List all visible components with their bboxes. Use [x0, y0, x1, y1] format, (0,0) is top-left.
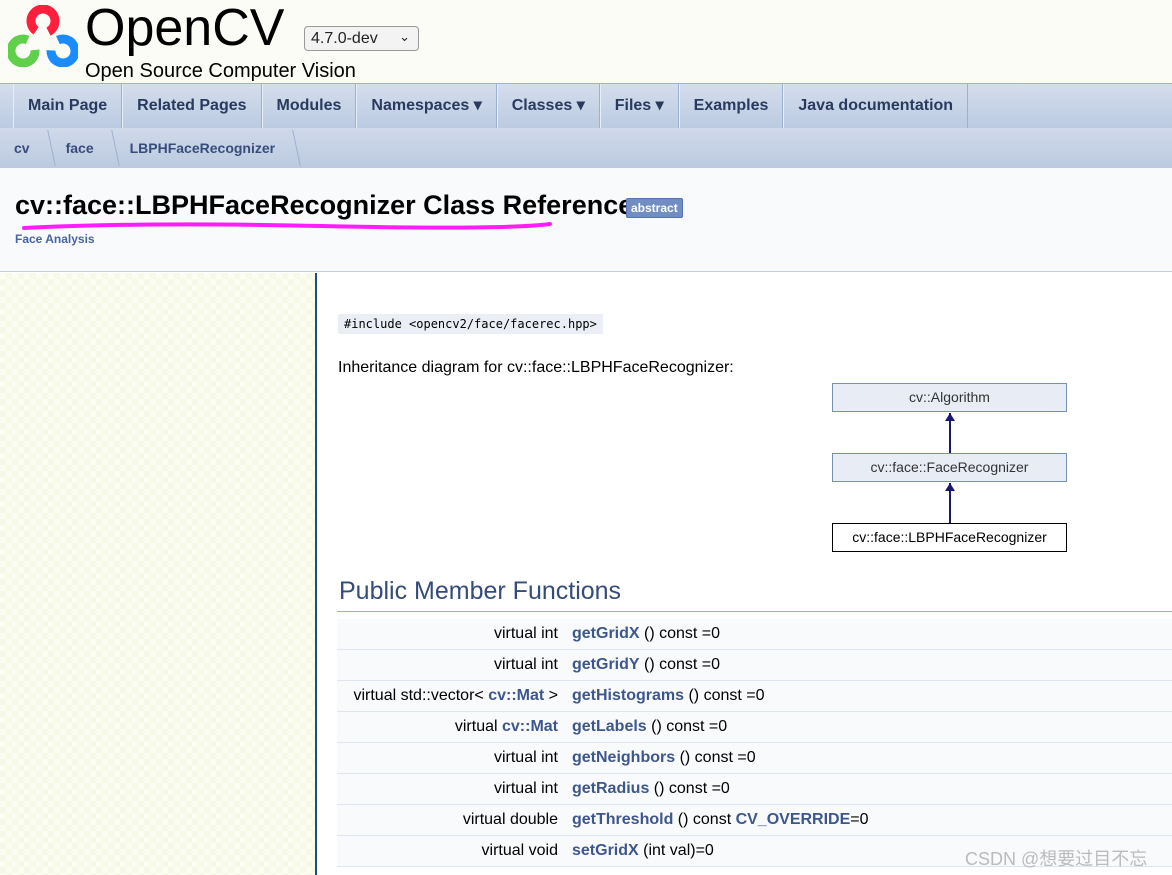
chevron-down-icon: ⌄	[399, 29, 410, 44]
arrow-icon	[945, 483, 955, 523]
page-header: cv::face::LBPHFaceRecognizer Class Refer…	[0, 168, 1172, 272]
member-link[interactable]: getNeighbors	[572, 749, 675, 766]
member-link[interactable]: getGridX	[572, 625, 640, 642]
nav-classes[interactable]: Classes ▾	[496, 84, 600, 128]
page-title: cv::face::LBPHFaceRecognizer Class Refer…	[15, 190, 634, 220]
breadcrumb-cv[interactable]: cv	[0, 128, 52, 168]
nav-related-pages[interactable]: Related Pages	[122, 84, 262, 128]
type-text: virtual int	[493, 749, 558, 766]
member-link[interactable]: getRadius	[572, 780, 649, 797]
nav-main-page[interactable]: Main Page	[13, 84, 123, 128]
signature-text: () const =0	[646, 718, 728, 735]
diagram-algorithm[interactable]: cv::Algorithm	[832, 383, 1067, 412]
main-nav: Main Page Related Pages Modules Namespac…	[0, 84, 1172, 128]
section-heading: Public Member Functions	[339, 577, 622, 605]
member-table: virtual int getGridX () const =0 virtual …	[337, 619, 1172, 867]
nav-namespaces[interactable]: Namespaces ▾	[356, 84, 497, 128]
breadcrumb-face[interactable]: face	[52, 128, 116, 168]
nav-java-documentation[interactable]: Java documentation	[783, 84, 969, 128]
table-row: virtual int getNeighbors () const =0	[337, 743, 1172, 774]
diagram-lbph: cv::face::LBPHFaceRecognizer	[832, 523, 1067, 552]
signature-text: () const =0	[649, 780, 730, 797]
type-text: virtual int	[493, 780, 558, 797]
watermark: CSDN @想要过目不忘	[965, 849, 1148, 869]
type-link[interactable]: cv::Mat	[502, 718, 558, 735]
signature-text: () const =0	[675, 749, 756, 766]
inheritance-label: Inheritance diagram for cv::face::LBPHFa…	[338, 359, 734, 376]
include-line: #include <opencv2/face/facerec.hpp>	[338, 314, 603, 334]
return-type: virtual int	[337, 650, 572, 680]
version-select[interactable]: 4.7.0-dev ⌄	[304, 26, 419, 51]
type-link[interactable]: cv::Mat	[488, 687, 544, 704]
abstract-badge: abstract	[626, 198, 683, 218]
member-link[interactable]: setGridX	[572, 842, 639, 859]
type-text: virtual void	[481, 842, 558, 859]
member-signature: getGridX () const =0	[572, 619, 720, 649]
ingroup-link[interactable]: Face Analysis	[15, 232, 95, 246]
return-type: virtual int	[337, 774, 572, 804]
member-signature: setGridX (int val)=0	[572, 836, 714, 866]
table-row: virtual std::vector< cv::Mat > getHistog…	[337, 681, 1172, 712]
diagram-facerecognizer[interactable]: cv::face::FaceRecognizer	[832, 453, 1067, 482]
project-brief: Open Source Computer Vision	[85, 60, 356, 82]
top-header: OpenCV Open Source Computer Vision 4.7.0…	[0, 0, 1172, 84]
project-name: OpenCV	[85, 0, 285, 57]
nav-modules[interactable]: Modules	[261, 84, 357, 128]
member-signature: getGridY () const =0	[572, 650, 720, 680]
return-type: virtual cv::Mat	[337, 712, 572, 742]
type-text: virtual std::vector<	[353, 687, 489, 704]
member-signature: getNeighbors () const =0	[572, 743, 756, 773]
member-link[interactable]: getThreshold	[572, 811, 673, 828]
highlight-underline	[22, 222, 552, 230]
signature-text: () const =0	[639, 625, 721, 642]
return-type: virtual int	[337, 743, 572, 773]
table-row: virtual cv::Mat getLabels () const =0	[337, 712, 1172, 743]
member-signature: getHistograms () const =0	[572, 681, 765, 711]
signature-text: () const =0	[639, 656, 721, 673]
nav-files[interactable]: Files ▾	[599, 84, 679, 128]
type-text: >	[544, 687, 558, 704]
return-type: virtual std::vector< cv::Mat >	[337, 681, 572, 711]
member-signature: getThreshold () const CV_OVERRIDE=0	[572, 805, 869, 835]
member-link[interactable]: getGridY	[572, 656, 640, 673]
member-signature: getLabels () const =0	[572, 712, 727, 742]
signature-text: () const =0	[684, 687, 765, 704]
return-type: virtual void	[337, 836, 572, 866]
type-text: virtual int	[493, 625, 558, 642]
nav-examples[interactable]: Examples	[678, 84, 784, 128]
signature-text: (int val)=0	[638, 842, 714, 859]
signature-text: () const	[673, 811, 736, 828]
version-value: 4.7.0-dev	[311, 30, 378, 47]
arrow-icon	[945, 413, 955, 453]
table-row: virtual int getGridX () const =0	[337, 619, 1172, 650]
member-link[interactable]: getHistograms	[572, 687, 684, 704]
member-signature: getRadius () const =0	[572, 774, 730, 804]
table-row: virtual int getGridY () const =0	[337, 650, 1172, 681]
main-content: #include <opencv2/face/facerec.hpp> Inhe…	[319, 273, 1172, 875]
signature-text: =0	[850, 811, 869, 828]
return-type: virtual double	[337, 805, 572, 835]
member-link[interactable]: getLabels	[572, 718, 647, 735]
type-text: virtual int	[493, 656, 558, 673]
table-row: virtual double getThreshold () const CV_…	[337, 805, 1172, 836]
type-text: virtual double	[462, 811, 558, 828]
return-type: virtual int	[337, 619, 572, 649]
opencv-logo	[8, 5, 78, 67]
table-row: virtual int getRadius () const =0	[337, 774, 1172, 805]
divider	[337, 611, 1172, 612]
breadcrumb-lbph[interactable]: LBPHFaceRecognizer	[116, 128, 297, 168]
macro-link[interactable]: CV_OVERRIDE	[736, 811, 851, 828]
sidebar	[0, 273, 317, 875]
type-text: virtual	[454, 718, 502, 735]
breadcrumb: cv face LBPHFaceRecognizer	[0, 128, 1172, 168]
